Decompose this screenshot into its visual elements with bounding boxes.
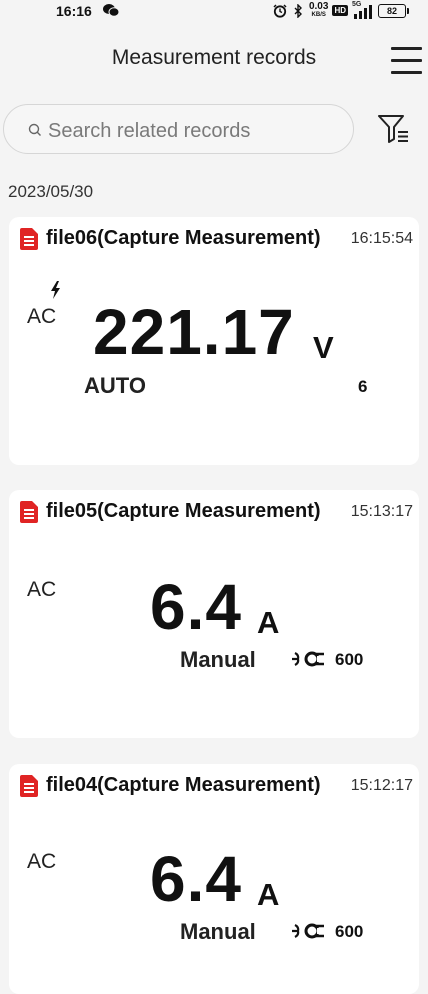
signal-indicator: 5G: [352, 1, 374, 19]
range-value: 600: [335, 650, 364, 669]
measure-mode: AC: [27, 305, 57, 328]
wechat-icon: [103, 4, 119, 17]
range-mode: AUTO: [84, 373, 146, 398]
status-indicators: 0.03 KB/S HD 5G 82: [273, 1, 409, 19]
battery-indicator: 82: [378, 3, 409, 18]
range-value: 6: [358, 377, 368, 396]
measure-value: 6.4: [150, 571, 242, 643]
record-time: 15:13:17: [350, 503, 413, 520]
filter-icon[interactable]: [377, 112, 411, 146]
status-time: 16:16: [56, 3, 92, 19]
measure-unit: A: [257, 877, 280, 912]
clamp-icon: [292, 923, 324, 939]
measure-unit: A: [257, 605, 280, 640]
range-mode: Manual: [180, 647, 256, 672]
record-card[interactable]: file06(Capture Measurement) 16:15:54 AC …: [9, 217, 419, 465]
search-box[interactable]: [3, 104, 354, 154]
lightning-icon: [51, 281, 60, 299]
page-title: Measurement records: [111, 46, 317, 69]
menu-button[interactable]: [391, 46, 423, 74]
record-title: file04(Capture Measurement): [46, 774, 321, 796]
net-speed-unit: KB/S: [311, 12, 326, 18]
record-title: file06(Capture Measurement): [46, 227, 321, 249]
net-speed-value: 0.03: [308, 1, 329, 12]
record-card[interactable]: file05(Capture Measurement) 15:13:17 AC …: [9, 490, 419, 738]
record-card[interactable]: file04(Capture Measurement) 15:12:17 AC …: [9, 764, 419, 994]
measure-value: 6.4: [150, 843, 242, 915]
clamp-icon: [292, 651, 324, 667]
search-icon: [28, 123, 41, 136]
measure-mode: AC: [27, 578, 57, 601]
measure-unit: V: [313, 330, 334, 365]
signal-icon: [354, 4, 372, 19]
alarm-icon: [273, 3, 287, 18]
record-title: file05(Capture Measurement): [46, 500, 321, 522]
range-mode: Manual: [180, 919, 256, 944]
menu-icon-bar-3: [391, 71, 422, 74]
hd-badge: HD: [332, 5, 348, 16]
range-value: 600: [335, 922, 364, 941]
file-icon: [20, 228, 38, 250]
bluetooth-icon: [294, 3, 302, 18]
record-time: 16:15:54: [350, 230, 413, 247]
record-time: 15:12:17: [350, 777, 413, 794]
measure-value: 221.17: [93, 296, 295, 368]
search-input[interactable]: [46, 115, 330, 147]
net-speed: 0.03 KB/S: [309, 2, 328, 19]
menu-icon: [391, 47, 422, 50]
file-icon: [20, 775, 38, 797]
file-icon: [20, 501, 38, 523]
status-bar: 16:16 0.03 KB/S HD 5G 82: [0, 0, 428, 22]
measure-mode: AC: [27, 850, 57, 873]
menu-icon-bar-2: [391, 59, 422, 62]
date-label: 2023/05/30: [8, 182, 94, 201]
